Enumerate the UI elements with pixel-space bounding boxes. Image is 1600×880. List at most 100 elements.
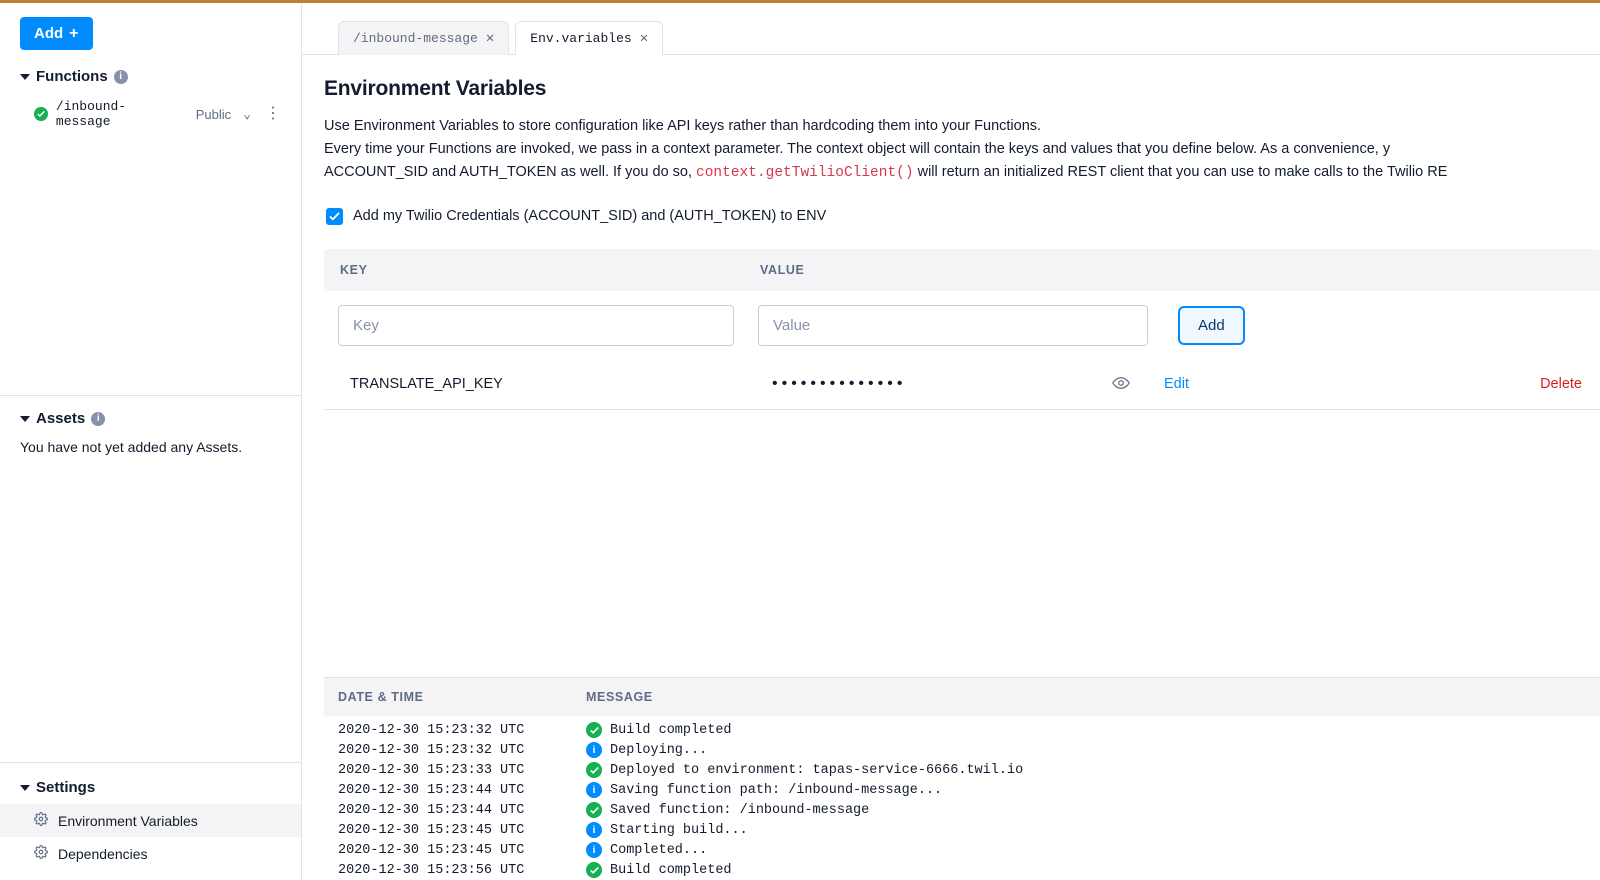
settings-item-label: Dependencies [58,846,148,862]
description-text: ACCOUNT_SID and AUTH_TOKEN as well. If y… [324,164,696,180]
functions-label: Functions [36,68,108,85]
close-icon[interactable]: ✕ [640,30,648,47]
delete-link[interactable]: Delete [1540,376,1582,392]
log-col-message: MESSAGE [586,690,653,704]
log-message: Build completed [610,723,732,738]
log-datetime: 2020-12-30 15:23:33 UTC [338,763,586,778]
log-message: Build completed [610,863,732,878]
kebab-icon[interactable]: ⋮ [265,106,281,122]
value-input-wrap [758,305,1148,346]
functions-section-header[interactable]: Functions i [0,54,301,93]
credentials-label: Add my Twilio Credentials (ACCOUNT_SID) … [353,208,826,224]
check-icon [329,211,340,222]
column-key: KEY [340,263,760,277]
plus-icon: + [69,26,78,42]
kv-header: KEY VALUE [324,249,1600,291]
info-icon: i [114,70,128,84]
caret-down-icon [20,74,30,80]
variable-key: TRANSLATE_API_KEY [338,376,758,392]
success-icon [586,802,602,818]
log-panel: DATE & TIME MESSAGE 2020-12-30 15:23:32 … [324,677,1600,880]
log-row: 2020-12-30 15:23:44 UTC i Saving functio… [324,780,1600,800]
log-col-datetime: DATE & TIME [338,690,586,704]
credentials-checkbox[interactable] [326,208,343,225]
settings-item-label: Environment Variables [58,813,198,829]
add-button-label: Add [34,25,63,42]
log-datetime: 2020-12-30 15:23:45 UTC [338,843,586,858]
description-line: Every time your Functions are invoked, w… [324,138,1600,161]
add-button[interactable]: Add + [20,17,93,50]
log-header: DATE & TIME MESSAGE [324,678,1600,716]
settings-list: Environment Variables Dependencies [0,804,301,870]
success-icon [586,762,602,778]
variable-value-masked: •••••••••••••• [758,375,1118,393]
log-row: 2020-12-30 15:23:45 UTC i Completed... [324,840,1600,860]
log-message: Saved function: /inbound-message [610,803,869,818]
log-row: 2020-12-30 15:23:45 UTC i Starting build… [324,820,1600,840]
sidebar: Add + Functions i /inbound-message Publi… [0,3,302,880]
close-icon[interactable]: ✕ [486,30,494,47]
info-icon: i [586,742,602,758]
gear-icon [34,812,48,829]
success-icon [586,862,602,878]
log-row: 2020-12-30 15:23:44 UTC Saved function: … [324,800,1600,820]
log-datetime: 2020-12-30 15:23:56 UTC [338,863,586,878]
functions-list: /inbound-message Public ⌄ ⋮ [0,93,301,135]
column-value: VALUE [760,263,1584,277]
key-input-wrap [338,305,734,346]
assets-section: Assets i You have not yet added any Asse… [0,396,301,465]
add-var-wrap: Add [1172,306,1245,345]
value-input[interactable] [758,305,1148,346]
caret-down-icon [20,416,30,422]
caret-down-icon [20,785,30,791]
log-message: Starting build... [610,823,748,838]
sidebar-bottom: Settings Environment Variables Dependenci… [0,762,301,880]
inline-code: context.getTwilioClient() [696,165,914,181]
tab[interactable]: Env.variables ✕ [515,21,663,55]
status-success-icon [34,107,48,121]
chevron-down-icon[interactable]: ⌄ [243,107,251,122]
log-message: Deploying... [610,743,707,758]
kv-input-row: Add [324,291,1600,360]
gear-icon [34,845,48,862]
info-icon: i [91,412,105,426]
content: Environment Variables Use Environment Va… [302,55,1600,880]
description-text: will return an initialized REST client t… [918,164,1448,180]
log-rows: 2020-12-30 15:23:32 UTC Build completed … [324,716,1600,880]
info-icon: i [586,822,602,838]
log-datetime: 2020-12-30 15:23:44 UTC [338,803,586,818]
log-message: Saving function path: /inbound-message..… [610,783,942,798]
info-icon: i [586,842,602,858]
log-message: Completed... [610,843,707,858]
tab-label: Env.variables [530,31,631,46]
variable-rows: TRANSLATE_API_KEY •••••••••••••• Edit De… [324,360,1600,410]
settings-item[interactable]: Environment Variables [0,804,301,837]
eye-icon[interactable] [1112,374,1130,395]
assets-section-header[interactable]: Assets i [0,396,301,435]
function-item[interactable]: /inbound-message Public ⌄ ⋮ [0,93,301,135]
tabs: /inbound-message ✕ Env.variables ✕ [302,13,1600,55]
tab[interactable]: /inbound-message ✕ [338,21,509,55]
function-name: /inbound-message [56,99,180,129]
key-input[interactable] [338,305,734,346]
log-row: 2020-12-30 15:23:33 UTC Deployed to envi… [324,760,1600,780]
tab-label: /inbound-message [353,31,478,46]
edit-link[interactable]: Edit [1164,376,1189,392]
settings-label: Settings [36,779,95,796]
settings-item[interactable]: Dependencies [0,837,301,870]
success-icon [586,722,602,738]
log-datetime: 2020-12-30 15:23:44 UTC [338,783,586,798]
add-variable-button[interactable]: Add [1178,306,1245,345]
log-row: 2020-12-30 15:23:32 UTC i Deploying... [324,740,1600,760]
log-datetime: 2020-12-30 15:23:45 UTC [338,823,586,838]
info-icon: i [586,782,602,798]
app-root: Add + Functions i /inbound-message Publi… [0,0,1600,880]
settings-section-header[interactable]: Settings [0,773,301,804]
log-datetime: 2020-12-30 15:23:32 UTC [338,743,586,758]
log-row: 2020-12-30 15:23:32 UTC Build completed [324,720,1600,740]
function-visibility: Public [196,107,231,122]
variable-row: TRANSLATE_API_KEY •••••••••••••• Edit De… [324,360,1600,410]
credentials-row: Add my Twilio Credentials (ACCOUNT_SID) … [326,208,1600,225]
assets-empty-message: You have not yet added any Assets. [0,435,301,455]
log-row: 2020-12-30 15:23:56 UTC Build completed [324,860,1600,880]
